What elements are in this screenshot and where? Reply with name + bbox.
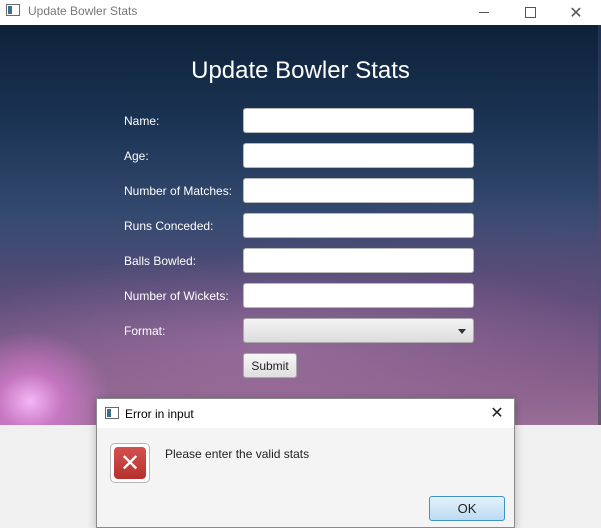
format-select[interactable]: [243, 318, 474, 343]
maximize-icon[interactable]: [507, 0, 553, 25]
close-icon[interactable]: ✕: [553, 0, 599, 25]
minimize-icon[interactable]: [461, 0, 507, 25]
age-field[interactable]: [243, 143, 474, 168]
balls-bowled-field[interactable]: [243, 248, 474, 273]
form-panel: Update Bowler Stats Name: Age: Number of…: [0, 25, 601, 425]
runs-conceded-field[interactable]: [243, 213, 474, 238]
matches-label: Number of Matches:: [124, 184, 233, 198]
name-label: Name:: [124, 114, 160, 128]
error-x-icon: ✕: [110, 443, 150, 483]
dialog-titlebar: Error in input ✕: [97, 399, 514, 428]
submit-button[interactable]: Submit: [243, 353, 297, 378]
matches-field[interactable]: [243, 178, 474, 203]
dialog-close-icon[interactable]: ✕: [486, 403, 508, 423]
dialog-title: Error in input: [125, 407, 194, 421]
error-dialog: Error in input ✕ ✕ Please enter the vali…: [96, 398, 515, 528]
dialog-message: Please enter the valid stats: [165, 447, 310, 461]
wickets-label: Number of Wickets:: [124, 289, 229, 303]
name-field[interactable]: [243, 108, 474, 133]
runs-conceded-label: Runs Conceded:: [124, 219, 214, 233]
format-label: Format:: [124, 324, 166, 338]
ok-button[interactable]: OK: [429, 496, 505, 521]
age-label: Age:: [124, 149, 149, 163]
wickets-field[interactable]: [243, 283, 474, 308]
page-title: Update Bowler Stats: [191, 57, 410, 84]
dialog-window-icon: [105, 407, 119, 419]
balls-bowled-label: Balls Bowled:: [124, 254, 197, 268]
window-title: Update Bowler Stats: [28, 4, 138, 18]
chevron-down-icon: [458, 329, 466, 334]
error-x-glyph: ✕: [114, 447, 146, 479]
window-titlebar: Update Bowler Stats ✕: [0, 0, 601, 25]
app-window-icon: [6, 4, 20, 16]
